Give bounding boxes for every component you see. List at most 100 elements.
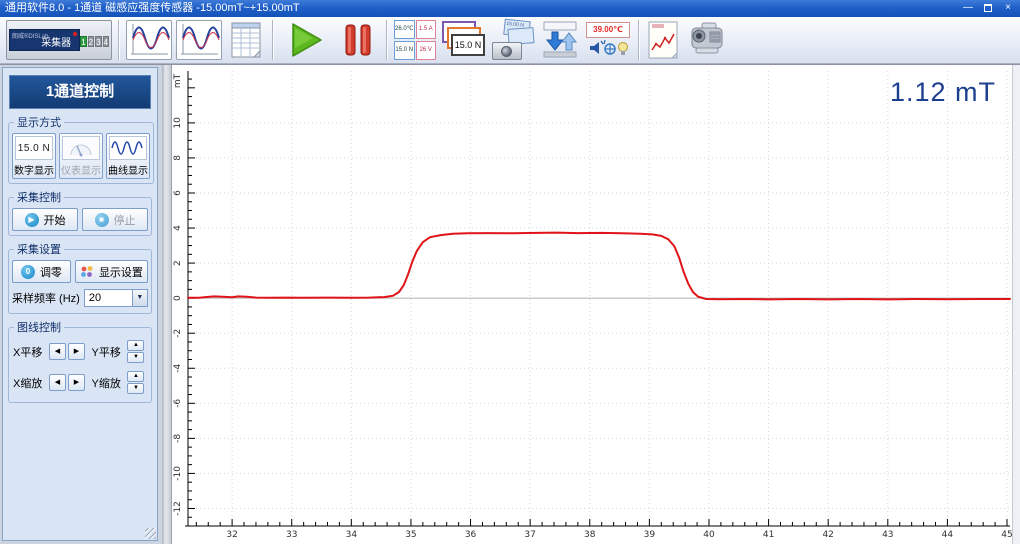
x-zoom-in-button[interactable]: ▶ — [67, 374, 85, 391]
up-down-arrows-icon — [543, 21, 578, 58]
camcorder-icon — [691, 22, 723, 54]
title-bar: 通用软件8.0 - 1通道 磁感应强度传感器 -15.00mT~+15.00mT… — [0, 0, 1020, 17]
x-zoom-label: X缩放 — [13, 377, 43, 390]
start-acquisition-button[interactable] — [280, 19, 332, 61]
stop-label: 停止 — [113, 214, 136, 227]
svg-text:-4: -4 — [173, 364, 183, 373]
graph-control-group: 图线控制 X平移 ◀ ▶ Y平移 ▲ ▼ X缩放 ◀ ▶ Y缩放 ▲ ▼ — [8, 319, 152, 403]
stop-button[interactable]: ■ 停止 — [82, 208, 148, 231]
svg-text:-12: -12 — [173, 501, 183, 516]
pause-icon — [345, 24, 371, 56]
display-settings-button[interactable]: 显示设置 — [74, 260, 148, 283]
collector-power-led — [73, 32, 78, 36]
stacked-display-button[interactable]: 15.0 N — [440, 20, 486, 60]
maximize-button[interactable] — [980, 2, 996, 15]
zero-adjust-button[interactable]: 0 调零 — [12, 260, 71, 283]
output-devices-icon — [590, 39, 628, 55]
multi-display-button[interactable]: 26.0℃ 1.5 A 15.0 N 26 V — [394, 20, 436, 60]
svg-text:-6: -6 — [173, 399, 183, 408]
y-zoom-out-button[interactable]: ▼ — [127, 383, 145, 394]
report-button[interactable] — [646, 20, 680, 60]
collector-tab-2[interactable]: 2 — [87, 35, 95, 47]
curve-display-button[interactable]: 曲线显示 — [106, 133, 150, 179]
waveform-view-button[interactable] — [126, 20, 172, 60]
chart-area: 32 33 34 35 36 37 38 39 40 41 42 43 44 45 -12 -10 -8 -6 -4… — [172, 65, 1013, 544]
stack-front-value: 15.0 N — [451, 34, 485, 56]
table-icon — [231, 22, 261, 58]
output-control-button[interactable]: 39.00℃ — [584, 20, 632, 60]
x-pan-right-button[interactable]: ▶ — [67, 343, 85, 360]
x-pan-left-button[interactable]: ◀ — [48, 343, 66, 360]
collector-tab-1[interactable]: 1 — [80, 35, 87, 47]
toolbar-separator — [272, 20, 274, 60]
graph-control-label: 图线控制 — [17, 322, 61, 334]
waveform-view-2-button[interactable] — [176, 20, 222, 60]
y-zoom-in-button[interactable]: ▲ — [127, 371, 145, 382]
camera-lens-icon — [501, 46, 512, 57]
quad-force-value: 15.0 N — [394, 40, 415, 60]
pause-acquisition-button[interactable] — [336, 19, 380, 61]
digital-display-button[interactable]: 15.0 N 数字显示 — [12, 133, 56, 179]
svg-text:2: 2 — [173, 260, 183, 266]
svg-text:37: 37 — [524, 530, 535, 540]
toolbar-separator — [118, 20, 120, 60]
sample-rate-value: 20 — [88, 292, 102, 304]
collector-device-button[interactable]: 朗威®DISLab 采集器 1 2 3 4 — [6, 20, 112, 60]
acquisition-control-label: 采集控制 — [17, 192, 61, 204]
app-window: 通用软件8.0 - 1通道 磁感应强度传感器 -15.00mT~+15.00mT… — [0, 0, 1020, 544]
window-title: 通用软件8.0 - 1通道 磁感应强度传感器 -15.00mT~+15.00mT — [5, 2, 300, 14]
svg-text:41: 41 — [763, 530, 774, 540]
data-table-button[interactable] — [226, 20, 266, 60]
sample-rate-label: 采样频率 (Hz) — [12, 293, 80, 305]
video-record-button[interactable] — [684, 20, 732, 60]
quad-voltage-value: 26 V — [415, 40, 436, 60]
collector-tab-3[interactable]: 3 — [95, 35, 102, 47]
svg-text:4: 4 — [173, 225, 183, 231]
zero-label: 调零 — [39, 266, 62, 279]
snapshot-button[interactable]: 15.00 N — [490, 18, 536, 60]
quad-temperature-value: 26.0℃ — [394, 20, 415, 40]
meter-display-label: 仪表显示 — [61, 166, 101, 177]
chevron-down-icon[interactable]: ▼ — [131, 290, 147, 306]
meter-display-button[interactable]: 仪表显示 — [59, 133, 103, 179]
y-zoom-label: Y缩放 — [91, 377, 121, 390]
svg-text:0: 0 — [173, 295, 183, 301]
x-zoom-out-button[interactable]: ◀ — [48, 374, 66, 391]
gauge-icon — [70, 144, 92, 157]
x-pan-label: X平移 — [13, 346, 43, 359]
svg-text:6: 6 — [173, 190, 183, 196]
panel-resize-grip[interactable] — [145, 528, 156, 539]
vertical-scrollbar[interactable] — [1012, 65, 1020, 544]
svg-text:39: 39 — [644, 530, 656, 540]
svg-text:43: 43 — [882, 530, 893, 540]
play-icon — [292, 23, 322, 57]
toolbar-separator — [386, 20, 388, 60]
panel-divider[interactable] — [162, 65, 172, 544]
collector-tab-4[interactable]: 4 — [102, 35, 109, 47]
display-mode-label: 显示方式 — [17, 117, 61, 129]
svg-text:35: 35 — [405, 530, 416, 540]
current-reading: 1.12 mT — [889, 77, 996, 107]
waveform-icon — [131, 24, 170, 55]
svg-text:mT: mT — [173, 73, 183, 88]
channel-control-panel: 1通道控制 显示方式 15.0 N 数字显示 仪表显示 曲线显示 采集控制 ▶ … — [0, 65, 162, 544]
digital-display-value: 15.0 N — [17, 142, 51, 154]
svg-text:34: 34 — [346, 530, 358, 540]
waveform-icon — [181, 24, 220, 55]
collector-screen: 朗威®DISLab 采集器 — [9, 29, 81, 51]
display-settings-label: 显示设置 — [98, 266, 143, 279]
report-icon — [648, 21, 678, 59]
import-export-button[interactable] — [540, 20, 580, 60]
svg-text:40: 40 — [703, 530, 715, 540]
minimize-button[interactable]: — — [960, 2, 976, 15]
close-button[interactable]: × — [1000, 2, 1016, 15]
start-button[interactable]: ▶ 开始 — [12, 208, 78, 231]
digital-display-label: 数字显示 — [14, 166, 54, 177]
display-mode-group: 显示方式 15.0 N 数字显示 仪表显示 曲线显示 — [8, 114, 154, 184]
acquisition-settings-label: 采集设置 — [17, 244, 61, 256]
toolbar-separator — [638, 20, 640, 60]
sample-rate-select[interactable]: 20 ▼ — [83, 289, 148, 307]
y-pan-down-button[interactable]: ▼ — [127, 352, 145, 363]
y-pan-up-button[interactable]: ▲ — [127, 340, 145, 351]
main-area: 1通道控制 显示方式 15.0 N 数字显示 仪表显示 曲线显示 采集控制 ▶ … — [0, 64, 1020, 544]
